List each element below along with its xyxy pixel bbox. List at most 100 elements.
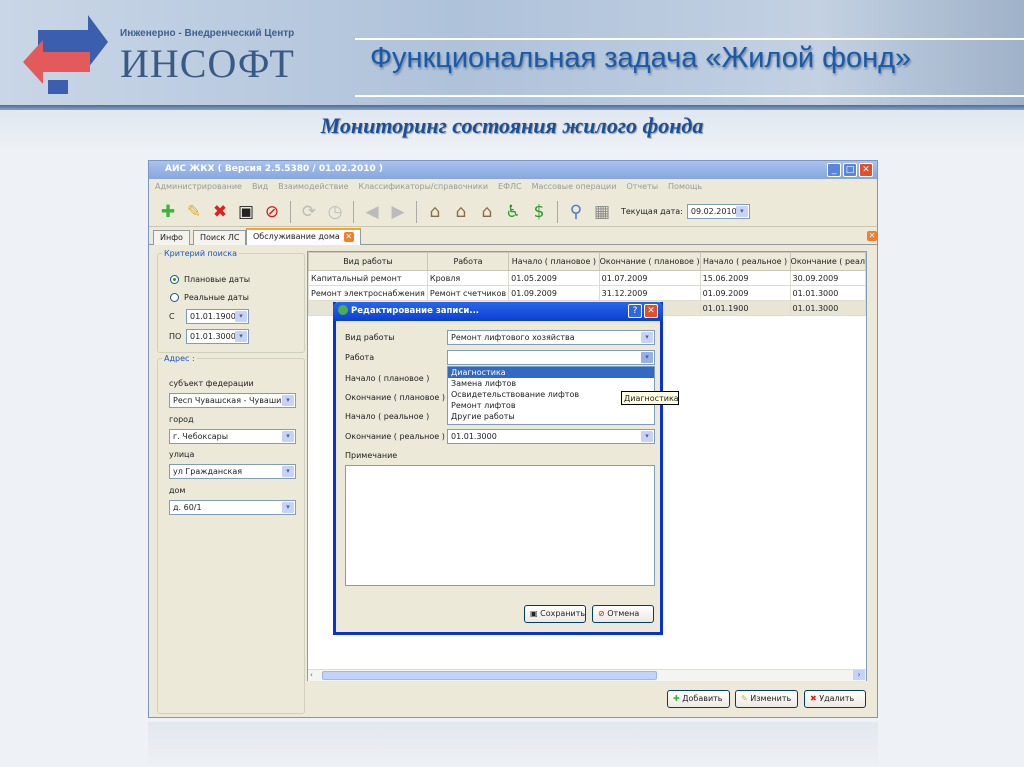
cell: 01.09.2009	[699, 285, 791, 301]
dropdown-option[interactable]: Замена лифтов	[448, 378, 654, 389]
save-icon[interactable]: ▣	[235, 201, 257, 223]
column-header[interactable]: Работа	[426, 252, 510, 271]
chevron-down-icon: ▾	[641, 352, 653, 363]
cancel-icon: ⊘	[598, 609, 605, 618]
dialog-title-text: Редактирование записи...	[351, 306, 480, 316]
column-header[interactable]: Начало ( реальное )	[699, 252, 791, 271]
end-real-label: Окончание ( реальное )	[345, 432, 445, 441]
table-row[interactable]: Ремонт электроснабжения Ремонт счетчиков 0…	[308, 285, 866, 301]
minimize-button[interactable]: _	[827, 163, 841, 177]
date-value: 09.02.2010	[690, 207, 737, 216]
button-label: Сохранить	[540, 609, 586, 618]
column-header[interactable]: Окончание ( реал	[789, 252, 866, 271]
radio-plan-dates[interactable]	[170, 275, 179, 284]
dropdown-option[interactable]: Другие работы	[448, 411, 654, 422]
end-real-select[interactable]: 01.01.3000 ▾	[447, 429, 655, 444]
tab-search-ls[interactable]: Поиск ЛС	[193, 230, 247, 245]
note-label: Примечание	[345, 451, 398, 460]
end-plan-label: Окончание ( плановое )	[345, 393, 446, 402]
cancel-button[interactable]: ⊘ Отмена	[592, 605, 654, 623]
from-date-value: 01.01.1900	[190, 312, 236, 321]
add-icon[interactable]: ✚	[157, 201, 179, 223]
accessibility-icon[interactable]: ♿	[502, 201, 524, 223]
chevron-down-icon: ▾	[282, 431, 294, 442]
tab-house-service[interactable]: Обслуживание дома ✕	[246, 228, 361, 245]
help-button[interactable]: ?	[628, 304, 642, 318]
horizontal-scrollbar[interactable]: ‹ ›	[308, 669, 866, 681]
current-date-select[interactable]: 09.02.2010 ▾	[686, 204, 750, 219]
subject-select[interactable]: Респ Чувашская - Чувашия ▾	[169, 393, 296, 408]
cancel-icon[interactable]: ⊘	[261, 201, 283, 223]
close-button[interactable]: ✕	[859, 163, 873, 177]
search-icon[interactable]: ⚲	[565, 201, 587, 223]
house-icon[interactable]: ⌂	[450, 201, 472, 223]
menu-mass-operations[interactable]: Массовые операции	[532, 182, 617, 194]
slide-title: Функциональная задача «Жилой фонд»	[370, 42, 912, 74]
cell: 01.07.2009	[598, 270, 701, 286]
work-type-select[interactable]: Ремонт лифтового хозяйства ▾	[447, 330, 655, 345]
chevron-down-icon: ▾	[282, 466, 294, 477]
button-label: Добавить	[682, 694, 723, 703]
dollar-icon[interactable]: $	[528, 201, 550, 223]
menu-efls[interactable]: ЕФЛС	[498, 182, 522, 194]
house-add-icon[interactable]: ⌂	[424, 201, 446, 223]
menu-classifiers[interactable]: Классификаторы/справочники	[359, 182, 489, 194]
scrollbar-thumb[interactable]	[322, 671, 657, 680]
house-label: дом	[169, 486, 186, 495]
refresh-icon[interactable]: ⟳	[298, 201, 320, 223]
menu-administration[interactable]: Администрирование	[155, 182, 242, 194]
delete-icon: ✖	[810, 694, 817, 703]
separator	[416, 200, 417, 223]
menu-interaction[interactable]: Взаимодействие	[278, 182, 348, 194]
chevron-down-icon: ▾	[641, 332, 653, 343]
date-label: Текущая дата:	[621, 207, 683, 216]
menu-help[interactable]: Помощь	[668, 182, 702, 194]
table-row[interactable]: Капитальный ремонт Кровля 01.05.2009 01.07.…	[308, 270, 866, 286]
back-icon[interactable]: ◀	[361, 201, 383, 223]
maximize-button[interactable]: □	[843, 163, 857, 177]
menu-bar: Администрирование Вид Взаимодействие Кла…	[149, 180, 877, 196]
menu-view[interactable]: Вид	[252, 182, 268, 194]
from-label: С	[169, 312, 175, 321]
street-label: улица	[169, 450, 195, 459]
tab-bar: Инфо Поиск ЛС Обслуживание дома ✕ ✕	[149, 228, 877, 245]
radio-real-dates[interactable]	[170, 293, 179, 302]
edit-button[interactable]: ✎ Изменить	[735, 690, 798, 708]
close-all-tabs-icon[interactable]: ✕	[867, 231, 877, 241]
button-label: Изменить	[750, 694, 792, 703]
house-select[interactable]: д. 60/1 ▾	[169, 500, 296, 515]
forward-icon[interactable]: ▶	[387, 201, 409, 223]
house-edit-icon[interactable]: ⌂	[476, 201, 498, 223]
clock-icon[interactable]: ◷	[324, 201, 346, 223]
calculator-icon[interactable]: ▦	[591, 201, 613, 223]
edit-icon[interactable]: ✎	[183, 201, 205, 223]
note-textarea[interactable]	[345, 465, 655, 586]
column-header[interactable]: Вид работы	[308, 252, 428, 271]
window-title: АИС ЖКХ ( Версия 2.5.5380 / 01.02.2010 )	[149, 161, 877, 179]
menu-reports[interactable]: Отчеты	[626, 182, 658, 194]
subject-value: Респ Чувашская - Чувашия	[173, 396, 287, 405]
work-select[interactable]: ▾	[447, 350, 655, 365]
save-button[interactable]: ▣ Сохранить	[524, 605, 586, 623]
scroll-left-icon[interactable]: ‹	[310, 671, 322, 680]
city-select[interactable]: г. Чебоксары ▾	[169, 429, 296, 444]
to-date-select[interactable]: 01.01.3000 ▾	[186, 329, 249, 344]
delete-button[interactable]: ✖ Удалить	[804, 690, 866, 708]
close-tab-icon[interactable]: ✕	[343, 232, 354, 242]
from-date-select[interactable]: 01.01.1900 ▾	[186, 309, 249, 324]
to-label: ПО	[169, 332, 182, 341]
scroll-right-icon[interactable]: ›	[853, 670, 865, 680]
tab-info[interactable]: Инфо	[153, 230, 190, 245]
column-header[interactable]: Начало ( плановое )	[508, 252, 600, 271]
divider	[355, 38, 1024, 40]
column-header[interactable]: Окончание ( плановое )	[598, 252, 701, 271]
cell: 01.01.3000	[789, 300, 866, 316]
divider	[355, 95, 1024, 97]
dropdown-option[interactable]: Диагностика	[448, 367, 654, 378]
add-button[interactable]: ✚ Добавить	[667, 690, 730, 708]
dialog-close-button[interactable]: ✕	[644, 304, 658, 318]
street-select[interactable]: ул Гражданская ▾	[169, 464, 296, 479]
delete-icon[interactable]: ✖	[209, 201, 231, 223]
chevron-down-icon: ▾	[641, 431, 653, 442]
tab-label: Обслуживание дома	[253, 232, 340, 241]
